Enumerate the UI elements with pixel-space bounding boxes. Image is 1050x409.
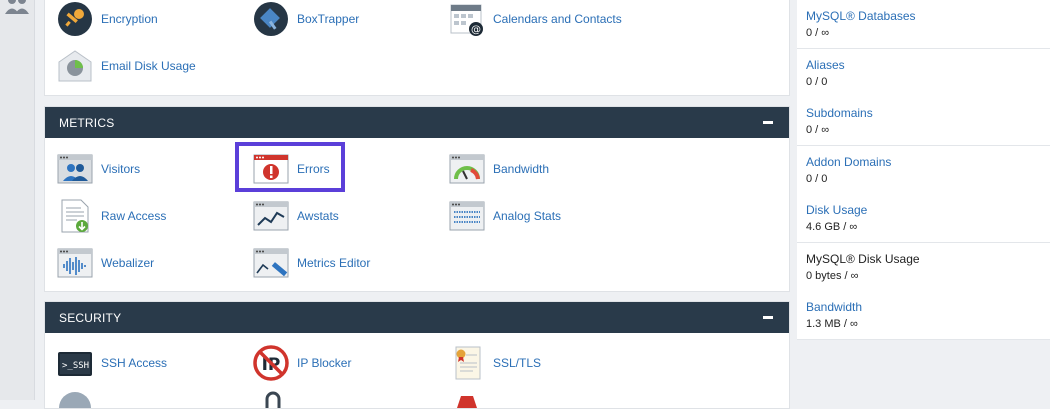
users-icon[interactable] — [4, 0, 30, 16]
visitors-link[interactable]: Visitors — [57, 149, 237, 189]
partial-icon — [457, 396, 477, 408]
metrics-editor-label: Metrics Editor — [297, 256, 371, 270]
visitors-label: Visitors — [101, 162, 141, 176]
main-content: Encryption BoxTrapper @ Calendars and Co… — [44, 0, 790, 409]
partial-icon — [59, 392, 91, 408]
stat-bandwidth: Bandwidth 1.3 MB / ∞ — [797, 291, 1050, 340]
ssh-access-label: SSH Access — [101, 356, 168, 370]
ssl-tls-label: SSL/TLS — [493, 356, 542, 370]
stat-label[interactable]: Addon Domains — [806, 155, 891, 169]
terminal-icon: >_SSH — [58, 352, 92, 376]
stat-label[interactable]: MySQL® Databases — [806, 9, 916, 23]
lock-icon — [265, 391, 281, 408]
stat-addon-domains: Addon Domains 0 / 0 — [797, 146, 1050, 195]
security-panel: SECURITY >_SSH SSH Access IP IP Blocker — [44, 301, 790, 409]
metrics-panel: METRICS Visitors Errors Bandwidth Raw Ac… — [44, 106, 790, 292]
stat-label[interactable]: Bandwidth — [806, 300, 862, 314]
stat-value: 1.3 MB / ∞ — [806, 318, 858, 330]
stat-label[interactable]: Aliases — [806, 58, 845, 72]
stat-value: 0 / 0 — [806, 173, 828, 185]
boxtrapper-icon — [254, 2, 288, 36]
webalizer-label: Webalizer — [101, 256, 155, 270]
stats-sidebar: MySQL® Databases 0 / ∞ Aliases 0 / 0 Sub… — [797, 0, 1050, 400]
stat-mysql-databases: MySQL® Databases 0 / ∞ — [797, 0, 1050, 49]
analog-stats-label: Analog Stats — [493, 209, 562, 223]
collapse-icon[interactable] — [763, 309, 775, 325]
metrics-editor-icon — [253, 248, 289, 278]
stat-subdomains: Subdomains 0 / ∞ — [797, 97, 1050, 146]
boxtrapper-link[interactable]: BoxTrapper — [253, 0, 433, 39]
stat-value: 0 / ∞ — [806, 124, 830, 136]
key-icon — [58, 2, 92, 36]
gauge-icon — [449, 154, 485, 184]
stat-mysql-disk-usage: MySQL® Disk Usage 0 bytes / ∞ — [797, 243, 1050, 292]
ip-blocker-link[interactable]: IP IP Blocker — [253, 343, 433, 383]
line-chart-icon — [253, 201, 289, 231]
calendars-link[interactable]: @ Calendars and Contacts — [449, 0, 689, 39]
collapse-icon[interactable] — [763, 114, 775, 130]
analog-stats-link[interactable]: Analog Stats — [449, 196, 629, 236]
svg-text:@: @ — [471, 25, 481, 36]
analog-stats-icon — [449, 201, 485, 231]
encryption-link[interactable]: Encryption — [57, 0, 237, 39]
bandwidth-label: Bandwidth — [493, 162, 550, 176]
security-panel-title: SECURITY — [59, 311, 122, 325]
stat-value: 0 / ∞ — [806, 27, 830, 39]
webalizer-link[interactable]: Webalizer — [57, 243, 237, 283]
email-disk-usage-label: Email Disk Usage — [101, 59, 196, 73]
metrics-panel-header[interactable]: METRICS — [45, 107, 789, 138]
svg-text:>_SSH: >_SSH — [62, 361, 89, 371]
metrics-editor-link[interactable]: Metrics Editor — [253, 243, 433, 283]
calendars-label: Calendars and Contacts — [493, 12, 622, 26]
visitors-icon — [57, 154, 93, 184]
awstats-link[interactable]: Awstats — [253, 196, 433, 236]
ip-blocker-icon: IP — [253, 345, 289, 381]
metrics-panel-title: METRICS — [59, 116, 115, 130]
left-rail — [0, 0, 35, 400]
email-disk-usage-link[interactable]: Email Disk Usage — [57, 46, 237, 86]
ssl-tls-link[interactable]: SSL/TLS — [449, 343, 629, 383]
certificate-icon — [455, 346, 481, 380]
raw-access-link[interactable]: Raw Access — [57, 196, 237, 236]
stat-value: 0 / 0 — [806, 76, 828, 88]
raw-access-icon — [61, 199, 89, 233]
raw-access-label: Raw Access — [101, 209, 167, 223]
encryption-label: Encryption — [101, 12, 158, 26]
calendar-icon: @ — [450, 4, 483, 36]
waveform-icon — [57, 248, 93, 278]
stat-value: 0 bytes / ∞ — [806, 270, 859, 282]
stat-label[interactable]: Subdomains — [806, 106, 873, 120]
ssh-access-link[interactable]: >_SSH SSH Access — [57, 343, 237, 383]
envelope-chart-icon — [58, 50, 92, 82]
stat-label: MySQL® Disk Usage — [806, 252, 920, 266]
stat-value: 4.6 GB / ∞ — [806, 221, 858, 233]
security-panel-header[interactable]: SECURITY — [45, 302, 789, 333]
stat-label[interactable]: Disk Usage — [806, 203, 867, 217]
awstats-label: Awstats — [297, 209, 339, 223]
stat-aliases: Aliases 0 / 0 — [797, 49, 1050, 98]
bandwidth-link[interactable]: Bandwidth — [449, 149, 629, 189]
email-panel: Encryption BoxTrapper @ Calendars and Co… — [44, 0, 790, 96]
stat-disk-usage: Disk Usage 4.6 GB / ∞ — [797, 194, 1050, 243]
errors-highlight — [235, 142, 345, 192]
boxtrapper-label: BoxTrapper — [297, 12, 360, 26]
ip-blocker-label: IP Blocker — [297, 356, 352, 370]
